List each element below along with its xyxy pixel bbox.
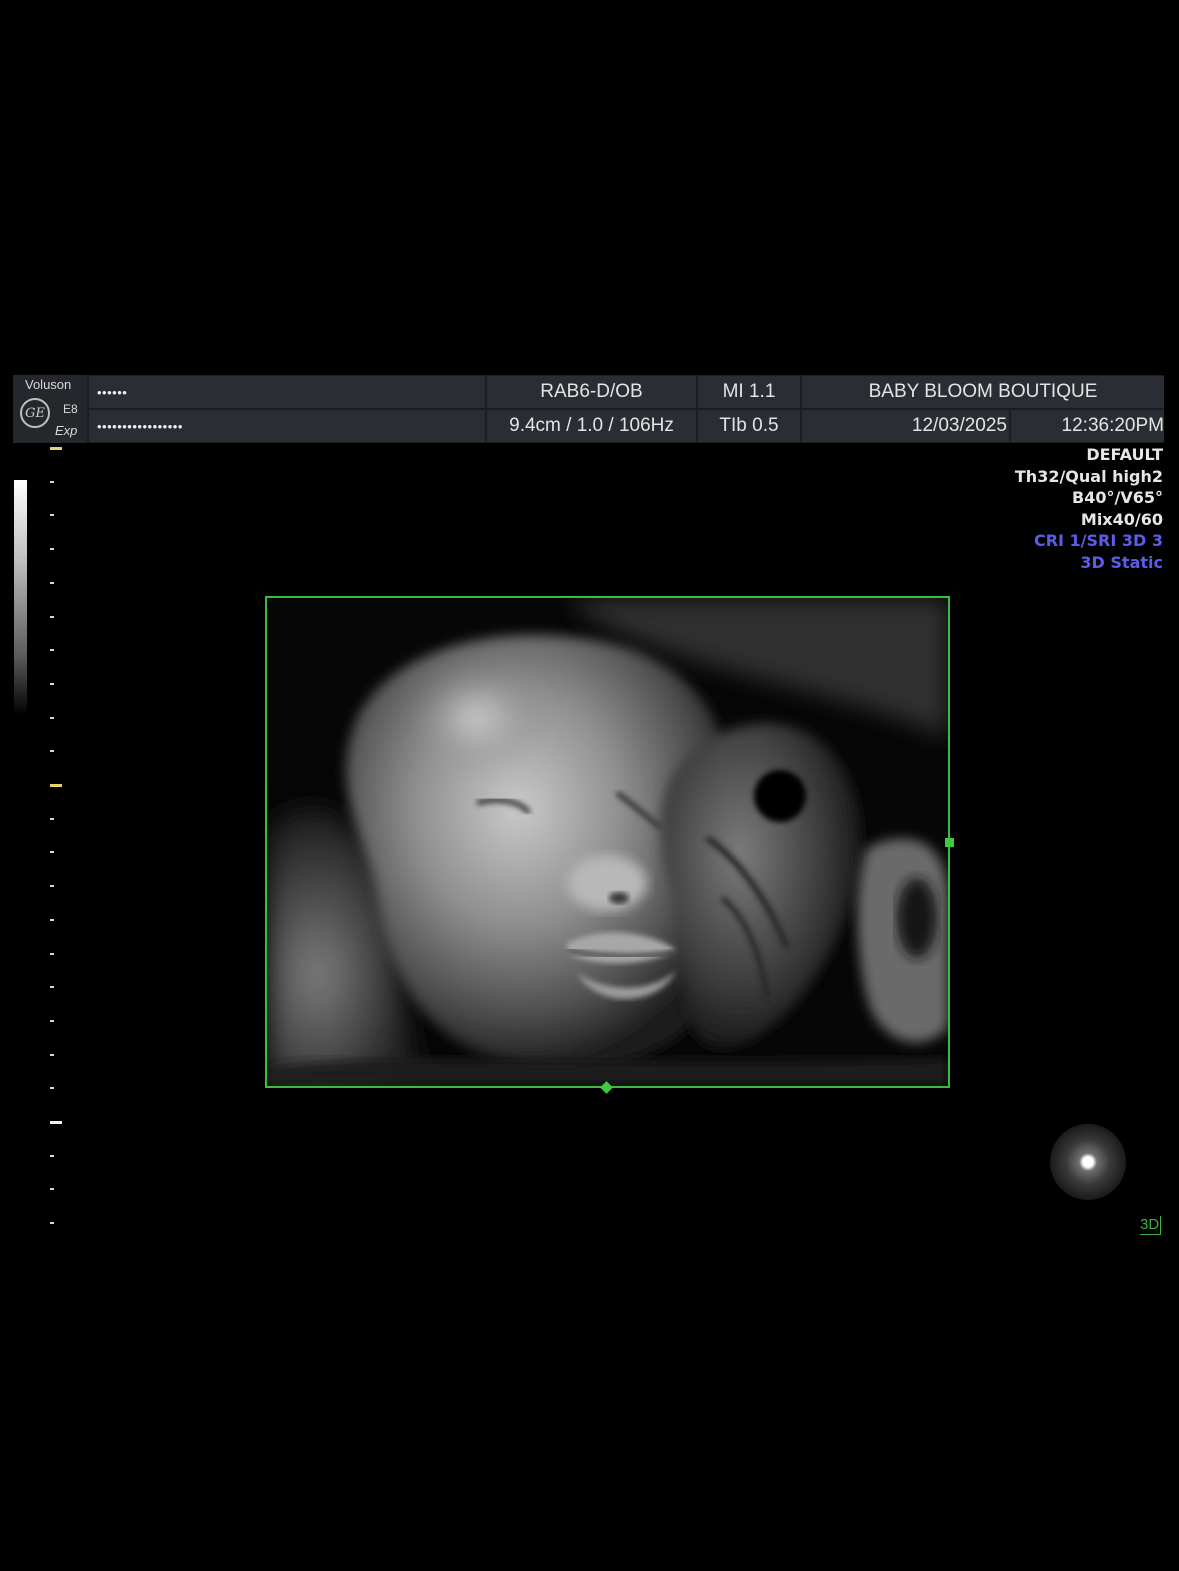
probe-preset: RAB6-D/OB: [487, 376, 696, 408]
exam-time: 12:36:20PM: [1011, 410, 1164, 442]
depth-scale-tick: [50, 1054, 54, 1056]
depth-scale-tick: [50, 616, 54, 618]
light-source-sphere-icon[interactable]: [1050, 1124, 1126, 1200]
depth-scale-tick: [50, 1020, 54, 1022]
brand-name: Voluson: [25, 377, 72, 392]
depth-scale-tick: [50, 818, 54, 820]
mechanical-index: MI 1.1: [698, 376, 800, 408]
depth-scale-tick: [50, 582, 54, 584]
depth-scale-major-tick: [50, 784, 62, 787]
depth-scale-major-tick: [50, 1121, 62, 1124]
depth-scale-tick: [50, 986, 54, 988]
thermal-index: TIb 0.5: [698, 410, 800, 442]
depth-scale-tick: [50, 885, 54, 887]
model-name: E8: [63, 402, 78, 416]
depth-scale-tick: [50, 1222, 54, 1224]
brand-logo: Voluson GE E8 Exp: [13, 375, 87, 443]
depth-scale-tick: [50, 481, 54, 483]
depth-frequency: 9.4cm / 1.0 / 106Hz: [487, 410, 696, 442]
grayscale-map-bar: [14, 480, 27, 715]
angles-label: B40°/V65°: [1072, 488, 1163, 507]
status-header: Voluson GE E8 Exp •••••• RAB6-D/OB MI 1.…: [13, 375, 1164, 443]
depth-scale-tick: [50, 1087, 54, 1089]
depth-scale-tick: [50, 1188, 54, 1190]
depth-scale-tick: [50, 953, 54, 955]
preset-label: DEFAULT: [1086, 445, 1163, 464]
quality-label: Th32/Qual high2: [1014, 466, 1163, 486]
depth-scale-tick: [50, 1155, 54, 1157]
depth-scale-tick: [50, 919, 54, 921]
depth-scale-tick: [50, 683, 54, 685]
fetal-3d-render: [267, 598, 948, 1086]
patient-name: •••••••••••••••••: [89, 410, 485, 442]
ge-monogram-icon: GE: [20, 398, 50, 428]
mix-label: Mix40/60: [1080, 509, 1163, 529]
mode-label: 3D Static: [1080, 552, 1163, 572]
depth-scale-tick: [50, 514, 54, 516]
model-edition: Exp: [55, 423, 78, 438]
depth-scale-tick: [50, 649, 54, 651]
volume-resize-handle-right[interactable]: [945, 838, 954, 847]
depth-scale-tick: [50, 548, 54, 550]
depth-scale-tick: [50, 750, 54, 752]
patient-id: ••••••: [89, 376, 485, 408]
render-volume[interactable]: [265, 596, 950, 1088]
depth-scale-major-tick: [50, 447, 62, 450]
render-mode-label: 3D: [1140, 1216, 1162, 1235]
depth-scale-tick: [50, 851, 54, 853]
cri-label: CRI 1/SRI 3D 3: [1033, 531, 1163, 550]
imaging-settings: DEFAULT Th32/Qual high2 B40°/V65° Mix40/…: [1015, 444, 1163, 573]
clinic-name: BABY BLOOM BOUTIQUE: [802, 376, 1164, 408]
depth-scale-tick: [50, 717, 54, 719]
exam-date: 12/03/2025: [802, 410, 1009, 442]
